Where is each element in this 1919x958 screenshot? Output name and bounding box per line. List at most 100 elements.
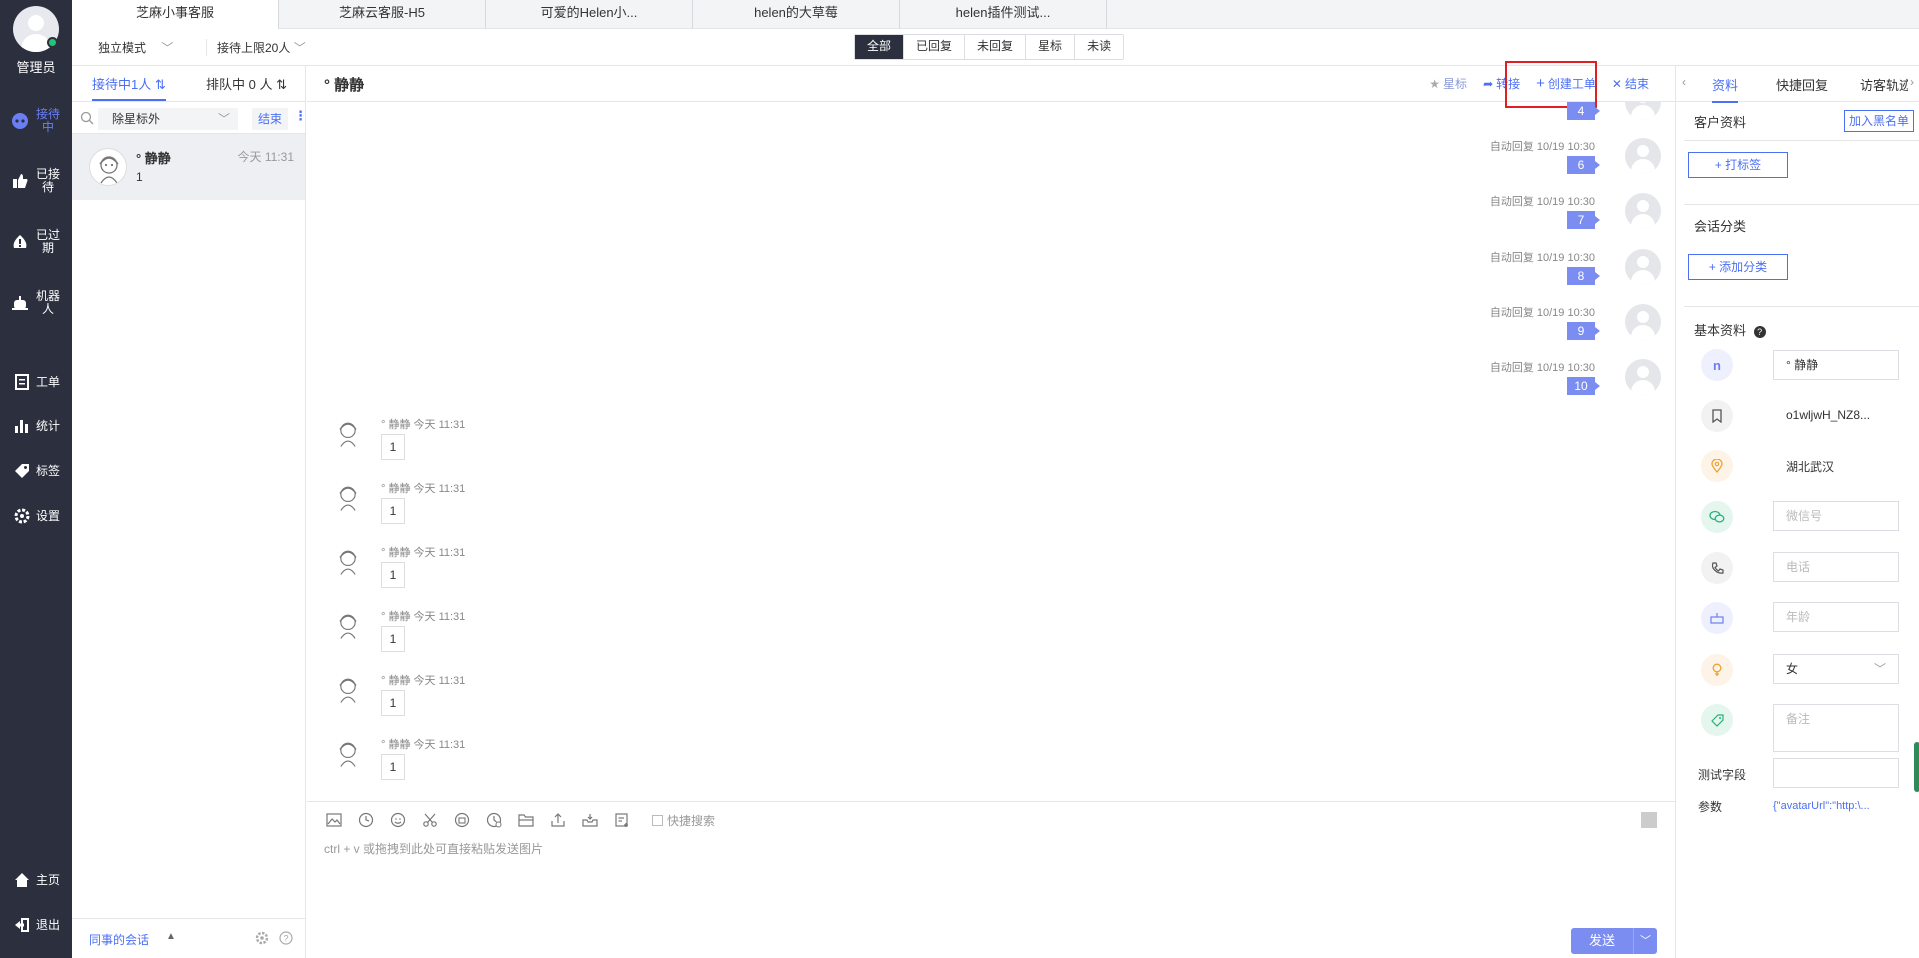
session-time: 今天 11:31 [237,150,294,164]
chevron-down-icon: ﹀ [161,41,174,55]
session-list-item[interactable]: ° 静静 今天 11:31 1 [72,134,305,200]
age-field[interactable]: 年龄 [1773,602,1899,632]
input-hint[interactable]: ctrl + v 或拖拽到此处可直接粘贴发送图片 [324,840,543,857]
message-bubble: 4 [1567,102,1600,120]
screenshot-icon[interactable] [1641,812,1657,828]
session-filter-select[interactable]: 除星标外 ﹀ [98,108,238,130]
inbox-icon[interactable] [580,810,600,830]
filter-tab-starred[interactable]: 星标 [1026,35,1076,59]
limit-select-value: 接待上限20人 [217,41,291,55]
nav-item-home[interactable]: 主页 [0,870,72,890]
message-meta: ° 静静 今天 11:31 [381,547,466,559]
wechat-field[interactable]: 微信号 [1773,501,1899,531]
nav-item-tags[interactable]: 标签 [0,461,72,481]
add-tag-button[interactable]: + 打标签 [1688,152,1788,178]
location-text: 湖北武汉 [1786,460,1835,474]
message-bubble: 10 [1567,377,1600,395]
search-icon[interactable] [80,111,94,128]
quick-search-label: 快捷搜索 [667,813,716,828]
nav-item-settings[interactable]: 设置 [0,506,72,526]
tab-quick-reply[interactable]: 快捷回复 [1776,75,1828,94]
chat-header: ° 静静 ★ 星标 ➦ 转接 + 创建工单 ✕ 结束 [307,61,1675,108]
agent-avatar [1625,249,1661,285]
app-tab[interactable]: 可爱的Helen小... [486,0,693,29]
chat-panel: ° 静静 ★ 星标 ➦ 转接 + 创建工单 ✕ 结束 4 自动回复 10/19 10:3… [307,61,1675,958]
app-tab[interactable]: helen插件测试... [900,0,1107,29]
limit-select[interactable]: 接待上限20人 ﹀ [206,39,306,56]
tab-visitor-track[interactable]: 访客轨迹 [1860,75,1908,94]
scissors-icon[interactable] [420,810,440,830]
message-meta: ° 静静 今天 11:31 [381,675,466,687]
nav-item-stats[interactable]: 统计 [0,416,72,436]
message-meta: 自动回复 10/19 10:30 [1489,252,1595,264]
note-add-icon[interactable] [612,810,632,830]
upload-icon[interactable] [548,810,568,830]
customer-avatar [331,416,365,450]
nav-item-ticket[interactable]: 工单 [0,372,72,392]
star-button[interactable]: ★ 星标 [1429,75,1467,92]
folder-icon[interactable] [516,810,536,830]
customer-avatar [331,480,365,514]
emoji-icon[interactable] [388,810,408,830]
blacklist-button[interactable]: 加入黑名单 [1844,110,1914,132]
help-icon[interactable]: ? [279,931,293,948]
send-button[interactable]: 发送 [1570,928,1633,954]
nav-item-robot[interactable]: 机器人 [0,290,72,316]
robot-assist-icon[interactable] [452,810,472,830]
tab-profile[interactable]: 资料 [1712,75,1739,103]
plus-icon: + [1536,75,1545,92]
app-tab[interactable]: 芝麻小事客服 [72,0,279,29]
nav-item-serving[interactable]: 接待中 [0,108,72,134]
filter-tab-replied[interactable]: 已回复 [904,35,966,59]
gender-select[interactable]: 女 ﹀ [1773,654,1899,684]
share-icon: ➦ [1483,76,1494,91]
help-icon[interactable]: ? [1753,326,1766,338]
app-tab[interactable]: 芝麻云客服-H5 [279,0,486,29]
nav-label: 设置 [35,508,60,523]
scrollbar-thumb[interactable] [1914,742,1919,792]
colleague-sessions-link[interactable]: 同事的会话 [89,931,149,948]
clock-icon[interactable] [356,810,376,830]
nav-label: 机器人 [35,289,60,316]
filter-tabs: 全部 已回复 未回复 星标 未读 [854,34,1125,60]
nav-item-served[interactable]: 已接待 [0,168,72,194]
add-category-button[interactable]: + 添加分类 [1688,254,1788,280]
history-icon[interactable] [484,810,504,830]
remark-textarea[interactable]: 备注 [1773,704,1899,752]
test-field-input[interactable] [1773,758,1899,788]
filter-tab-all[interactable]: 全部 [855,35,905,59]
phone-field[interactable]: 电话 [1773,552,1899,582]
batch-end-button[interactable]: 结束 [252,108,289,130]
message-bubble: 1 [381,690,405,716]
end-button[interactable]: ✕ 结束 [1612,75,1649,92]
chevron-left-icon[interactable]: ‹ [1682,75,1686,89]
create-ticket-button[interactable]: + 创建工单 [1536,75,1596,92]
transfer-button[interactable]: ➦ 转接 [1483,75,1520,92]
nav-label: 标签 [35,463,60,478]
image-icon[interactable] [324,810,344,830]
chat-title: ° 静静 [324,77,365,94]
send-options-dropdown[interactable]: ﹀ [1633,928,1657,954]
mode-select[interactable]: 独立模式 ﹀ [98,39,173,56]
filter-tab-unread[interactable]: 未读 [1075,35,1124,59]
tab-queue[interactable]: 排队中 0 人 ⇅ [206,74,287,93]
gear-icon[interactable] [255,931,269,948]
nickname-field[interactable]: ° 静静 [1773,350,1899,380]
params-value[interactable]: {"avatarUrl":"http:\... [1773,800,1903,812]
app-tab[interactable]: helen的大草莓 [693,0,900,29]
divider [1684,140,1919,141]
checkbox[interactable] [652,814,663,826]
nav-item-logout[interactable]: 退出 [0,915,72,935]
quick-search-toggle[interactable]: 快捷搜索 [652,812,715,829]
openid-text: o1wljwH_NZ8... [1786,408,1871,422]
caret-up-icon[interactable]: ▲ [166,931,176,942]
divider [1684,204,1919,205]
more-options-icon[interactable]: ⋮ [294,108,307,124]
nav-item-expired[interactable]: 已过期 [0,229,72,255]
tab-queue-label: 排队中 0 人 [206,77,273,92]
message-bubble: 8 [1567,267,1600,285]
tab-serving[interactable]: 接待中1人 ⇅ [92,74,166,101]
chevron-right-icon[interactable]: › [1910,75,1914,89]
filter-tab-unreplied[interactable]: 未回复 [965,35,1027,59]
message-bubble: 1 [381,562,405,588]
